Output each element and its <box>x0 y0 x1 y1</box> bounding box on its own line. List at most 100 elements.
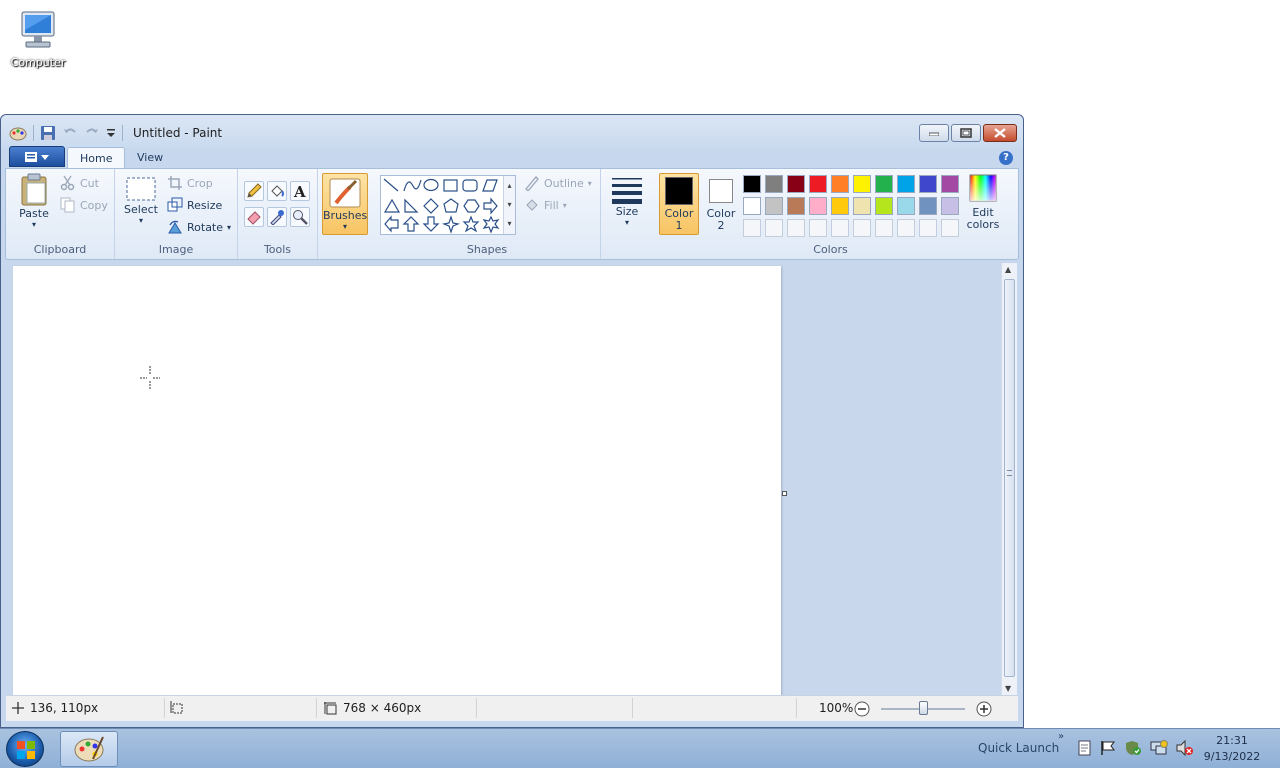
network-icon[interactable] <box>1150 740 1168 756</box>
window-title: Untitled - Paint <box>133 126 223 140</box>
rotate-button[interactable]: Rotate ▾ <box>167 219 231 235</box>
zoom-level-text: 100% <box>819 701 854 715</box>
close-button[interactable] <box>983 124 1017 142</box>
brushes-button[interactable]: Brushes ▾ <box>322 173 368 235</box>
text-tool[interactable]: A <box>290 181 310 201</box>
clipboard-group-label: Clipboard <box>33 243 87 256</box>
help-button[interactable]: ? <box>999 151 1013 165</box>
taskbar-item-paint[interactable] <box>60 731 118 767</box>
outline-button[interactable]: Outline ▾ <box>524 175 592 191</box>
shapes-scroll[interactable]: ▴ ▾ ▾ <box>503 176 515 234</box>
color1-label-b: 1 <box>675 219 683 232</box>
palette-empty-swatch[interactable] <box>831 219 849 237</box>
resize-button[interactable]: Resize <box>167 197 222 213</box>
zoom-out-button[interactable] <box>854 701 870 717</box>
redo-icon[interactable] <box>84 125 100 141</box>
palette-empty-swatch[interactable] <box>875 219 893 237</box>
restore-button[interactable] <box>951 124 981 142</box>
scroll-thumb[interactable] <box>1004 279 1015 677</box>
palette-color-swatch[interactable] <box>875 197 893 215</box>
palette-color-swatch[interactable] <box>831 197 849 215</box>
undo-icon[interactable] <box>62 125 78 141</box>
fill-tool[interactable] <box>267 181 287 201</box>
eraser-tool[interactable] <box>244 207 264 227</box>
crop-button[interactable]: Crop <box>167 175 213 191</box>
minimize-button[interactable] <box>919 124 949 142</box>
start-button[interactable] <box>6 731 44 767</box>
canvas-resize-handle[interactable] <box>782 491 787 496</box>
customize-qat-icon[interactable] <box>106 127 116 139</box>
restore-icon <box>960 128 972 138</box>
drawing-canvas[interactable] <box>13 266 781 695</box>
shapes-group: ▴ ▾ ▾ Outline ▾ Fill ▾ Shapes <box>374 169 601 259</box>
palette-color-swatch[interactable] <box>809 197 827 215</box>
pencil-tool[interactable] <box>244 181 264 201</box>
security-shield-icon[interactable] <box>1124 740 1142 756</box>
crosshair-cursor-icon <box>140 366 160 390</box>
edit-colors-button[interactable]: Edit colors <box>963 173 1003 231</box>
palette-color-swatch[interactable] <box>809 175 827 193</box>
color2-label-b: 2 <box>717 219 725 232</box>
palette-color-swatch[interactable] <box>853 175 871 193</box>
palette-empty-swatch[interactable] <box>787 219 805 237</box>
vertical-scrollbar[interactable]: ▲ ▼ <box>1001 263 1017 695</box>
palette-color-swatch[interactable] <box>787 197 805 215</box>
cut-button[interactable]: Cut <box>60 175 99 191</box>
status-bar: 136, 110px 768 × 460px 100% <box>6 695 1018 721</box>
copy-button[interactable]: Copy <box>60 197 108 213</box>
paint-app-icon[interactable] <box>9 125 27 141</box>
palette-empty-swatch[interactable] <box>765 219 783 237</box>
select-button[interactable]: Select ▾ <box>121 175 161 225</box>
palette-empty-swatch[interactable] <box>897 219 915 237</box>
zoom-slider-thumb[interactable] <box>919 701 928 715</box>
palette-color-swatch[interactable] <box>941 197 959 215</box>
document-icon[interactable] <box>1078 740 1092 756</box>
tab-view[interactable]: View <box>125 147 175 169</box>
action-center-flag-icon[interactable] <box>1100 740 1116 756</box>
palette-color-swatch[interactable] <box>897 175 915 193</box>
color-picker-tool[interactable] <box>267 207 287 227</box>
windows-logo-icon <box>17 741 35 759</box>
palette-color-swatch[interactable] <box>743 175 761 193</box>
tab-home[interactable]: Home <box>67 147 126 169</box>
magnifier-tool[interactable] <box>290 207 310 227</box>
resize-icon <box>167 197 183 212</box>
file-menu-button[interactable] <box>9 146 65 167</box>
system-tray <box>1078 740 1194 756</box>
palette-color-swatch[interactable] <box>765 197 783 215</box>
palette-empty-swatch[interactable] <box>743 219 761 237</box>
save-icon[interactable] <box>40 125 56 141</box>
palette-color-swatch[interactable] <box>853 197 871 215</box>
quick-launch-label[interactable]: Quick Launch <box>978 741 1059 755</box>
paste-button[interactable]: Paste ▾ <box>14 173 54 229</box>
color1-button[interactable]: Color 1 <box>659 173 699 235</box>
scroll-up-arrow[interactable]: ▲ <box>1005 265 1011 274</box>
canvas-size: 768 × 460px <box>324 701 421 715</box>
palette-color-swatch[interactable] <box>941 175 959 193</box>
color2-button[interactable]: Color 2 <box>701 173 741 232</box>
palette-empty-swatch[interactable] <box>919 219 937 237</box>
palette-color-swatch[interactable] <box>919 197 937 215</box>
image-group: Select ▾ Crop Resize Rotate ▾ Image <box>115 169 238 259</box>
palette-color-swatch[interactable] <box>765 175 783 193</box>
palette-empty-swatch[interactable] <box>941 219 959 237</box>
volume-muted-icon[interactable] <box>1176 740 1194 756</box>
ribbon-tabs: Home View ? <box>1 145 1023 169</box>
palette-empty-swatch[interactable] <box>853 219 871 237</box>
palette-color-swatch[interactable] <box>787 175 805 193</box>
palette-empty-swatch[interactable] <box>809 219 827 237</box>
palette-color-swatch[interactable] <box>831 175 849 193</box>
image-group-label: Image <box>158 243 194 256</box>
quick-launch-expand-icon[interactable]: » <box>1058 731 1064 742</box>
scroll-down-arrow[interactable]: ▼ <box>1005 684 1011 693</box>
palette-color-swatch[interactable] <box>743 197 761 215</box>
zoom-in-button[interactable] <box>976 701 992 717</box>
palette-color-swatch[interactable] <box>897 197 915 215</box>
fill-button[interactable]: Fill ▾ <box>524 197 567 213</box>
clock[interactable]: 21:31 9/13/2022 <box>1200 733 1264 765</box>
palette-color-swatch[interactable] <box>875 175 893 193</box>
desktop-icon-computer[interactable]: Computer <box>6 8 70 69</box>
palette-color-swatch[interactable] <box>919 175 937 193</box>
clipboard-group: Paste ▾ Cut Copy Clipboard <box>6 169 115 259</box>
size-button[interactable]: Size ▾ <box>607 175 647 227</box>
